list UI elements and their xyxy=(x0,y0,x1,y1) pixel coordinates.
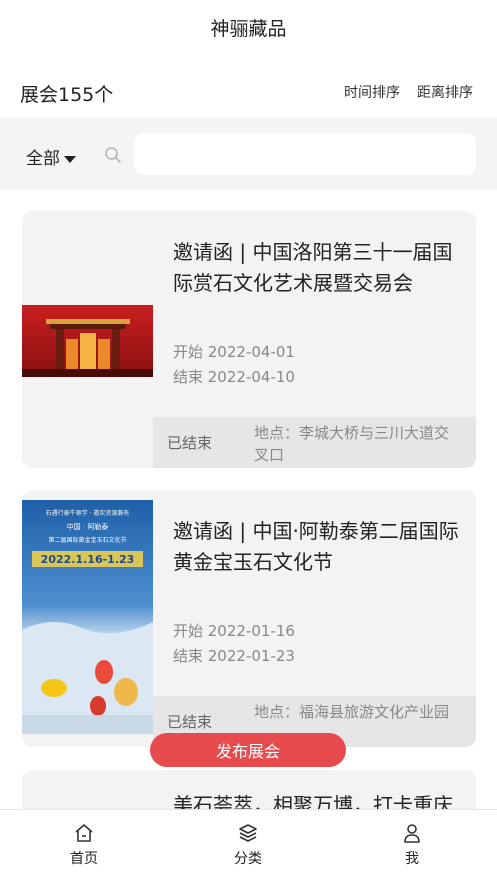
app-header: 神骊藏品 xyxy=(0,0,497,56)
tab-category-label: 分类 xyxy=(234,851,262,867)
poster-slogan: 石遇行泰牛顿学 · 邀实资源兼有 xyxy=(45,510,130,517)
poster-event: 第二届国际黄金宝玉石文化节 xyxy=(48,537,127,544)
exhibition-poster: 石遇行泰牛顿学 · 邀实资源兼有 中国 · 阿勒泰 第二届国际黄金宝玉石文化节 … xyxy=(22,500,153,734)
end-date: 结束 2022-01-23 xyxy=(173,647,295,665)
bottom-tab-bar: 首页 分类 我 xyxy=(0,809,497,883)
exhibition-card[interactable]: 邀请函 | 中国洛阳第三十一届国际赏石文化艺术展暨交易会 开始 2022-04-… xyxy=(22,211,476,468)
sort-by-distance-button[interactable]: 距离排序 xyxy=(417,82,473,102)
exhibition-count: 展会155个 xyxy=(20,84,114,106)
exhibition-card[interactable]: 石遇行泰牛顿学 · 邀实资源兼有 中国 · 阿勒泰 第二届国际黄金宝玉石文化节 … xyxy=(22,490,476,747)
exhibition-title: 邀请函 | 中国洛阳第三十一届国际赏石文化艺术展暨交易会 xyxy=(173,240,453,295)
end-date: 结束 2022-04-10 xyxy=(173,368,295,386)
tab-home-label: 首页 xyxy=(70,851,98,867)
location-text: 地点：李城大桥与三川大道交叉口 xyxy=(254,424,450,464)
caret-down-icon xyxy=(64,155,76,163)
layers-icon xyxy=(239,824,257,842)
tab-category[interactable]: 分类 xyxy=(213,822,283,868)
summary-row: 展会155个 时间排序 距离排序 xyxy=(0,70,497,114)
search-icon xyxy=(105,147,121,163)
poster-dates: 2022.1.16-1.23 xyxy=(40,553,135,566)
app-title: 神骊藏品 xyxy=(210,18,287,40)
status-badge: 已结束 xyxy=(167,434,213,452)
poster-org: 中国 · 阿勒泰 xyxy=(66,523,109,531)
card-footer: 已结束 地点：李城大桥与三川大道交叉口 xyxy=(153,417,476,468)
filter-bar: 全部 xyxy=(0,118,497,190)
tab-me[interactable]: 我 xyxy=(377,822,447,868)
tab-me-label: 我 xyxy=(405,851,419,867)
sort-by-time-button[interactable]: 时间排序 xyxy=(344,82,400,102)
exhibition-title: 邀请函 | 中国·阿勒泰第二届国际黄金宝玉石文化节 xyxy=(173,519,459,574)
chinese-gate-image xyxy=(22,305,153,377)
tab-home[interactable]: 首页 xyxy=(49,822,119,868)
category-dropdown[interactable]: 全部 xyxy=(26,144,76,169)
user-icon xyxy=(404,824,420,843)
publish-exhibition-button[interactable]: 发布展会 xyxy=(150,733,346,767)
status-badge: 已结束 xyxy=(167,713,213,731)
category-dropdown-label: 全部 xyxy=(26,149,60,169)
start-date: 开始 2022-04-01 xyxy=(173,343,295,361)
location-text: 地点：福海县旅游文化产业园 xyxy=(254,703,450,721)
start-date: 开始 2022-01-16 xyxy=(173,622,295,640)
exhibition-thumbnail xyxy=(22,305,153,377)
search-input[interactable] xyxy=(134,133,476,175)
home-icon xyxy=(75,824,93,842)
